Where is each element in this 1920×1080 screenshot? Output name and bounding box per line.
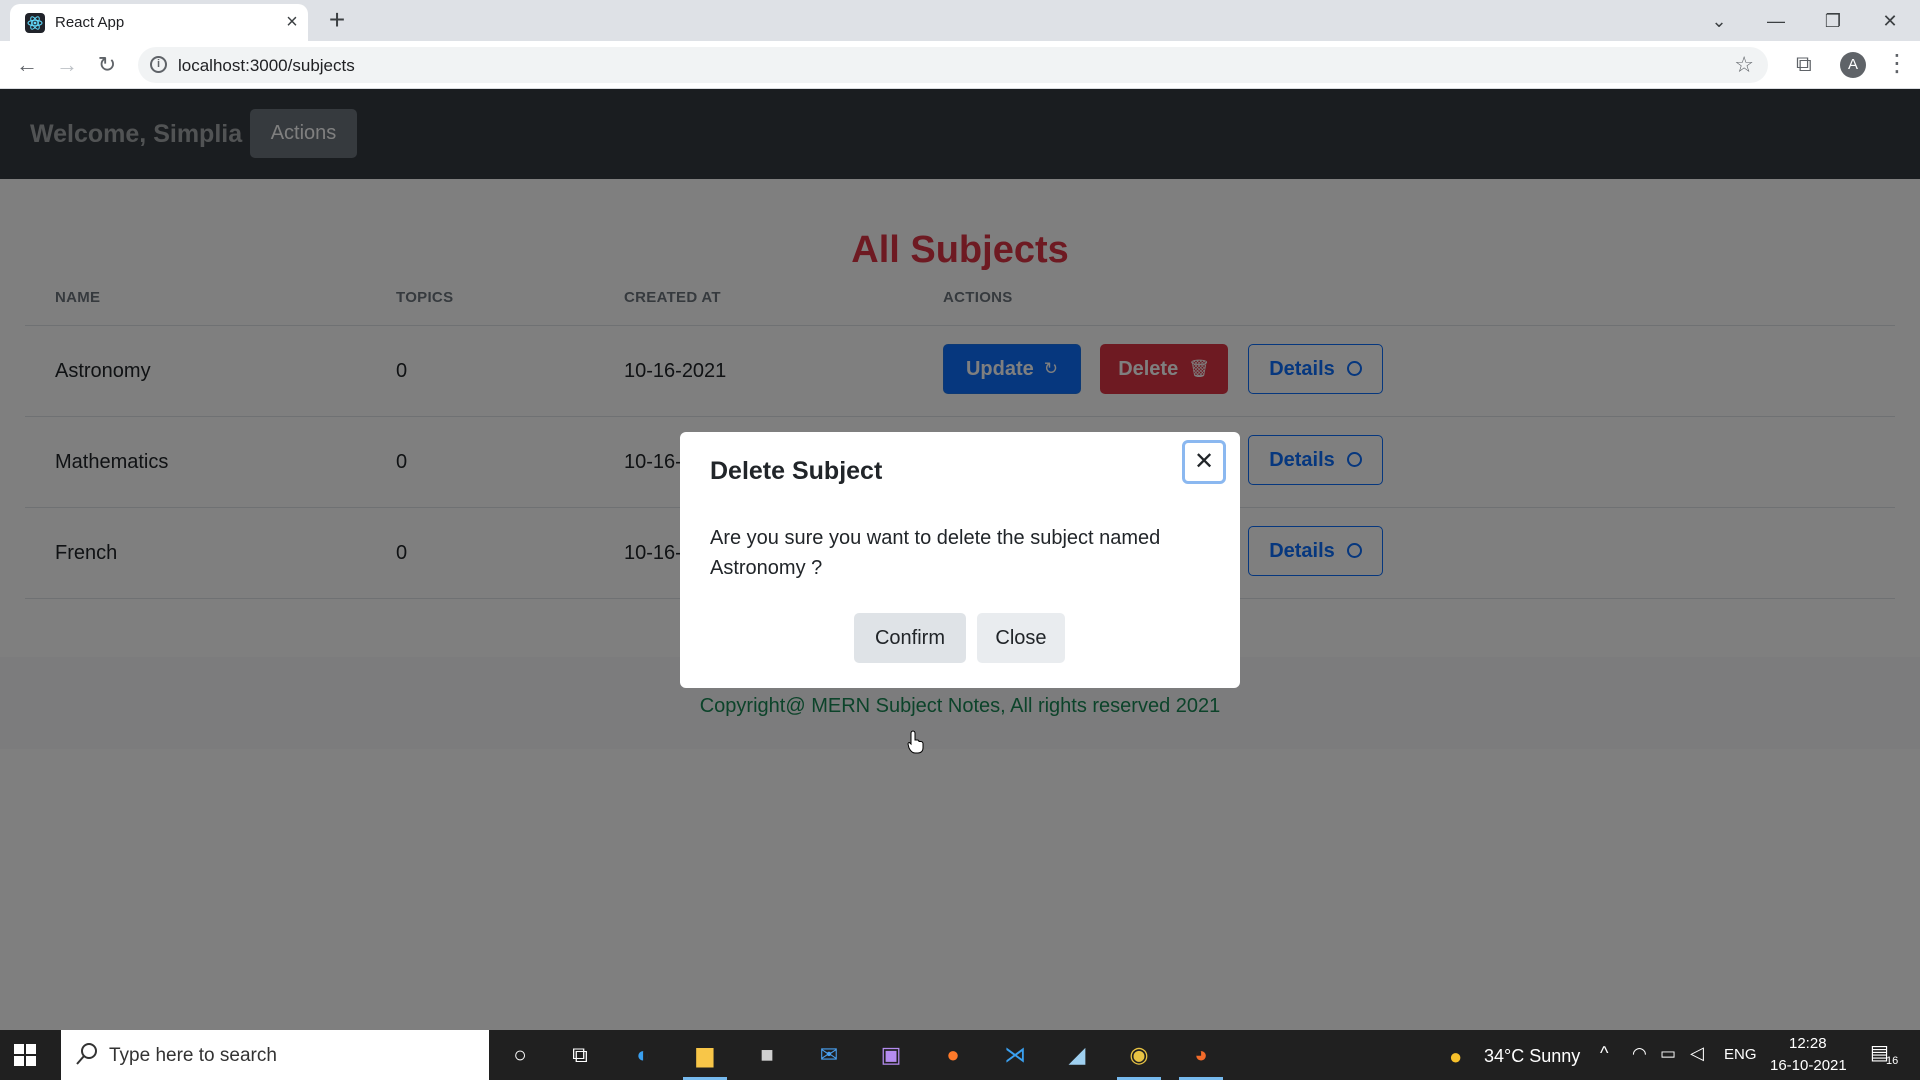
language-indicator[interactable]: ENG: [1724, 1046, 1757, 1063]
battery-icon[interactable]: ▭: [1660, 1044, 1676, 1064]
network-icon[interactable]: ◠: [1632, 1044, 1647, 1064]
postman-icon[interactable]: ◕: [1186, 1040, 1216, 1070]
firefox-icon[interactable]: ●: [938, 1040, 968, 1070]
restore-icon[interactable]: ❐: [1818, 6, 1848, 36]
tab-search-icon[interactable]: ⌄: [1704, 6, 1734, 36]
tab-close-icon[interactable]: ×: [282, 12, 302, 32]
task-view-icon[interactable]: ⧉: [565, 1040, 595, 1070]
hand-cursor-icon: [907, 730, 924, 754]
address-bar[interactable]: i localhost:3000/subjects ☆: [138, 47, 1768, 83]
browser-tab-strip: React App × + ⌄ — ❐ ✕: [0, 0, 1920, 41]
edge-icon[interactable]: ◐: [628, 1040, 658, 1070]
clock-date[interactable]: 16-10-2021: [1770, 1057, 1847, 1074]
url-text[interactable]: localhost:3000/subjects: [178, 56, 355, 76]
search-icon: [76, 1043, 97, 1065]
browser-menu-icon[interactable]: ⋮: [1885, 49, 1909, 79]
back-icon[interactable]: ←: [12, 51, 42, 79]
show-hidden-icons-icon[interactable]: ^: [1600, 1043, 1608, 1064]
modal-message: Are you sure you want to delete the subj…: [710, 527, 1161, 579]
minimize-icon[interactable]: —: [1761, 6, 1791, 36]
close-button[interactable]: Close: [977, 613, 1065, 663]
cortana-icon[interactable]: ○: [505, 1040, 535, 1070]
chrome-icon[interactable]: ◉: [1124, 1040, 1154, 1070]
vscode-icon[interactable]: ⋊: [1000, 1040, 1030, 1070]
profile-avatar[interactable]: A: [1840, 52, 1866, 78]
weather-sun-icon[interactable]: ●: [1449, 1044, 1462, 1070]
extensions-icon[interactable]: ⧉: [1796, 51, 1812, 77]
modal-title: Delete Subject: [710, 457, 883, 485]
windows-start-icon[interactable]: [14, 1044, 36, 1066]
app-icon[interactable]: ◢: [1062, 1040, 1092, 1070]
file-explorer-icon[interactable]: ▆: [690, 1040, 720, 1070]
weather-text[interactable]: 34°C Sunny: [1484, 1046, 1580, 1067]
bookmark-star-icon[interactable]: ☆: [1734, 52, 1754, 78]
window-close-icon[interactable]: ✕: [1875, 6, 1905, 36]
mail-icon[interactable]: ✉: [814, 1040, 844, 1070]
windows-taskbar: Type here to search ○ ⧉ ◐ ▆ ■ ✉ ▣ ● ⋊ ◢ …: [0, 1030, 1920, 1080]
clock-time[interactable]: 12:28: [1789, 1035, 1827, 1052]
photos-icon[interactable]: ▣: [876, 1040, 906, 1070]
tab-title: React App: [55, 14, 125, 31]
taskbar-search-box[interactable]: Type here to search: [61, 1030, 489, 1080]
modal-close-icon[interactable]: ✕: [1182, 440, 1226, 484]
search-placeholder: Type here to search: [109, 1045, 277, 1066]
notification-count: 16: [1886, 1055, 1899, 1067]
site-info-icon[interactable]: i: [150, 56, 167, 73]
forward-icon[interactable]: →: [52, 51, 82, 79]
store-icon[interactable]: ■: [752, 1040, 782, 1070]
confirm-button[interactable]: Confirm: [854, 613, 966, 663]
volume-icon[interactable]: ◁: [1690, 1043, 1704, 1064]
app-viewport: Welcome, Simplia Actions All Subjects NA…: [0, 89, 1920, 1030]
browser-toolbar: ← → ↻ i localhost:3000/subjects ☆ ⧉ A ⋮: [0, 41, 1920, 89]
reload-icon[interactable]: ↻: [92, 51, 122, 79]
react-favicon-icon: [25, 13, 45, 33]
browser-tab[interactable]: React App ×: [10, 4, 308, 41]
delete-subject-modal: Delete Subject ✕ Are you sure you want t…: [680, 432, 1240, 688]
new-tab-icon[interactable]: +: [322, 6, 352, 36]
